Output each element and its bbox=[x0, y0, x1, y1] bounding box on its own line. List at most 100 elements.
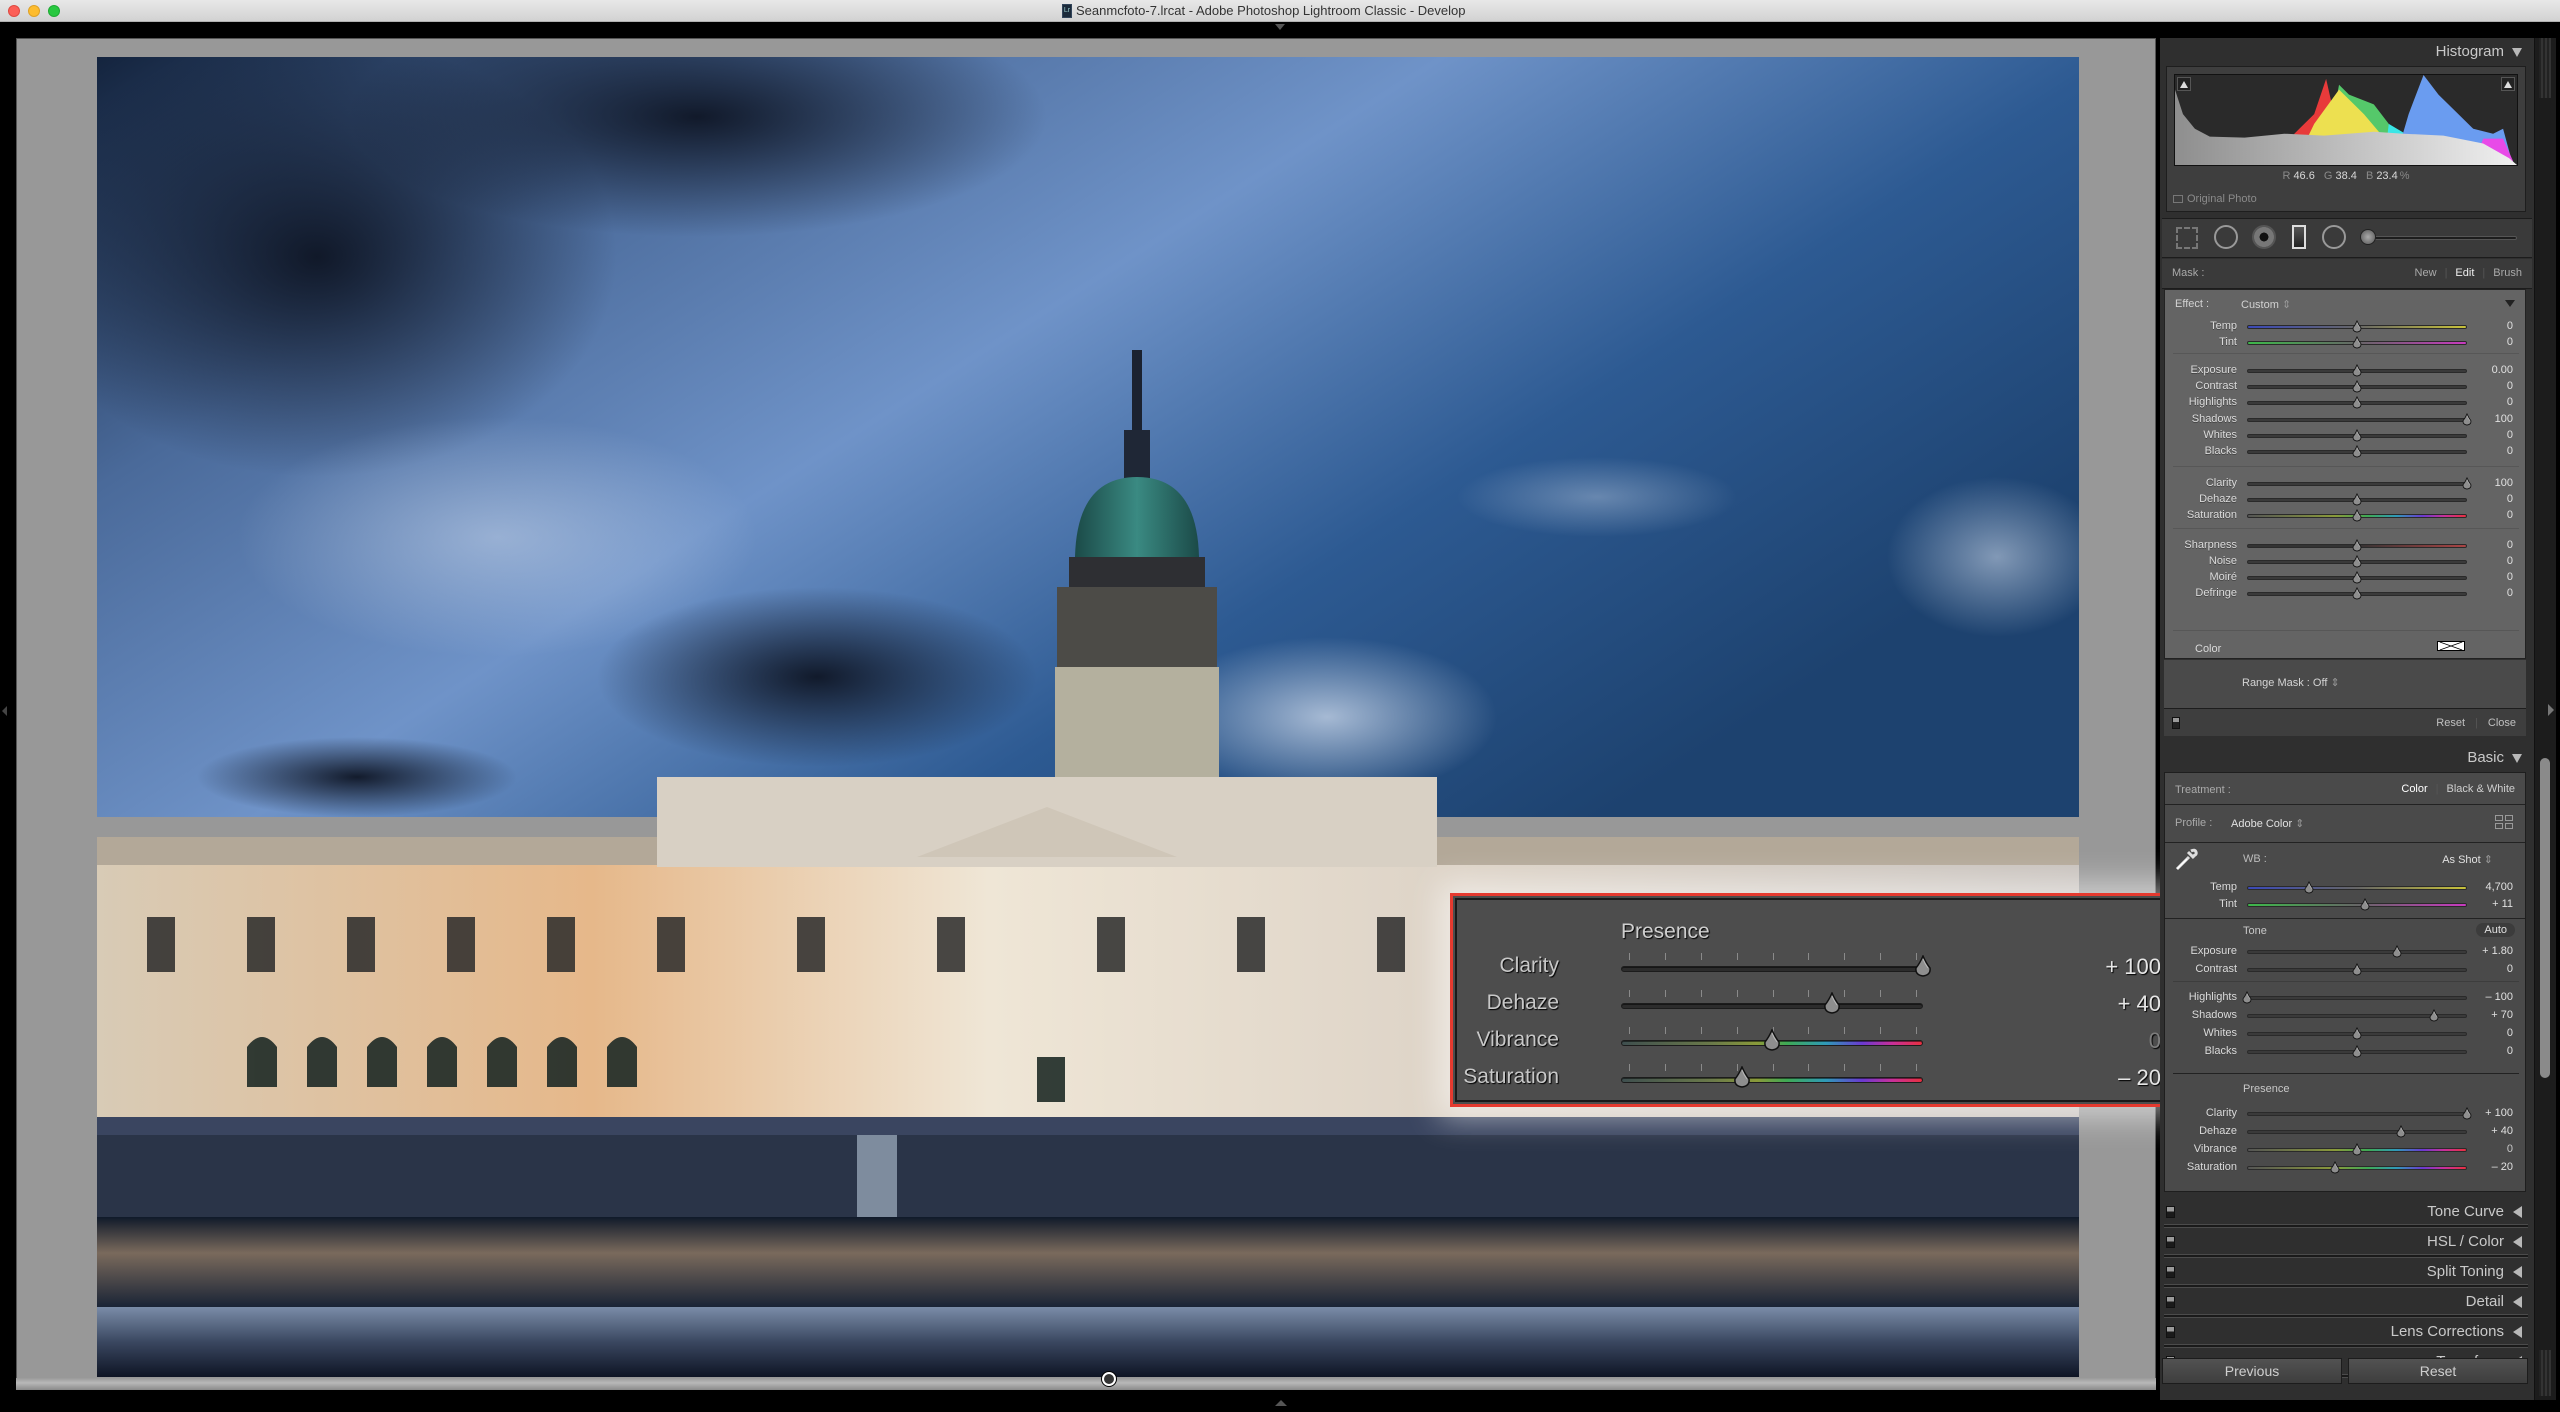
red-eye-icon[interactable] bbox=[2252, 225, 2276, 249]
slider-track[interactable] bbox=[2247, 482, 2467, 486]
color-swatch[interactable] bbox=[2437, 641, 2465, 651]
slider-value[interactable]: 0 bbox=[2507, 1045, 2513, 1057]
spot-removal-icon[interactable] bbox=[2214, 225, 2238, 249]
treatment-color-button[interactable]: Color bbox=[2401, 783, 2427, 795]
mask-edit-button[interactable]: Edit bbox=[2455, 267, 2474, 279]
slider-value[interactable]: 0 bbox=[2507, 320, 2513, 332]
adjustment-brush-icon[interactable] bbox=[2360, 229, 2376, 245]
slider-value[interactable]: 0 bbox=[2507, 509, 2513, 521]
expand-triangle-icon[interactable] bbox=[2513, 1236, 2522, 1248]
scroll-thumb[interactable] bbox=[2540, 758, 2550, 1078]
histogram-graph[interactable] bbox=[2174, 74, 2518, 166]
shadow-clipping-toggle[interactable] bbox=[2177, 77, 2191, 91]
slider-thumb[interactable] bbox=[2462, 413, 2472, 426]
section-header-tone-curve[interactable]: Tone Curve bbox=[2160, 1198, 2534, 1226]
slider-value[interactable]: + 40 bbox=[2118, 991, 2161, 1017]
filmstrip-scrollbar[interactable] bbox=[16, 1378, 2156, 1390]
section-header-detail[interactable]: Detail bbox=[2160, 1288, 2534, 1316]
slider-thumb[interactable] bbox=[1733, 1066, 1751, 1088]
slider-track[interactable] bbox=[2247, 886, 2467, 890]
section-enable-toggle[interactable] bbox=[2166, 1206, 2175, 1218]
section-header-lens-corrections[interactable]: Lens Corrections bbox=[2160, 1318, 2534, 1346]
slider-thumb[interactable] bbox=[2352, 539, 2362, 552]
slider-thumb[interactable] bbox=[2352, 571, 2362, 584]
slider-value[interactable]: + 11 bbox=[2492, 898, 2513, 910]
expand-triangle-icon[interactable] bbox=[2513, 1326, 2522, 1338]
slider-thumb[interactable] bbox=[2352, 1027, 2362, 1040]
slider-thumb[interactable] bbox=[2352, 320, 2362, 333]
slider-thumb[interactable] bbox=[2352, 509, 2362, 522]
range-mask-row[interactable]: Range Mask : Off ⇕ bbox=[2164, 660, 2526, 708]
left-panel-toggle-icon[interactable] bbox=[2, 706, 7, 716]
slider-thumb[interactable] bbox=[2352, 429, 2362, 442]
expand-triangle-icon[interactable] bbox=[2513, 1266, 2522, 1278]
highlight-clipping-toggle[interactable] bbox=[2501, 77, 2515, 91]
slider-thumb[interactable] bbox=[2352, 587, 2362, 600]
collapse-triangle-icon[interactable] bbox=[2512, 754, 2522, 763]
slider-value[interactable]: + 70 bbox=[2491, 1009, 2513, 1021]
slider-value[interactable]: 0 bbox=[2507, 396, 2513, 408]
slider-value[interactable]: + 40 bbox=[2491, 1125, 2513, 1137]
checkbox-icon[interactable] bbox=[2173, 195, 2183, 203]
slider-track[interactable] bbox=[1621, 1077, 1923, 1083]
slider-thumb[interactable] bbox=[2429, 1009, 2439, 1022]
slider-track[interactable] bbox=[2247, 996, 2467, 1000]
mask-enable-toggle[interactable] bbox=[2172, 717, 2180, 729]
slider-value[interactable]: 0 bbox=[2507, 445, 2513, 457]
brush-tool-track[interactable] bbox=[2374, 236, 2517, 240]
slider-thumb[interactable] bbox=[2242, 991, 2252, 1004]
section-header-split-toning[interactable]: Split Toning bbox=[2160, 1258, 2534, 1286]
slider-track[interactable] bbox=[1621, 966, 1923, 972]
zoom-window-button[interactable] bbox=[48, 5, 60, 17]
slider-track[interactable] bbox=[2247, 1166, 2467, 1170]
slider-thumb[interactable] bbox=[2392, 945, 2402, 958]
mask-close-button[interactable]: Close bbox=[2488, 717, 2516, 729]
slider-track[interactable] bbox=[2247, 1130, 2467, 1134]
slider-thumb[interactable] bbox=[2352, 963, 2362, 976]
slider-thumb[interactable] bbox=[1763, 1029, 1781, 1051]
slider-value[interactable]: – 20 bbox=[2118, 1065, 2161, 1091]
slider-thumb[interactable] bbox=[2352, 364, 2362, 377]
slider-value[interactable]: 0 bbox=[2507, 963, 2513, 975]
eyedropper-icon[interactable] bbox=[2173, 847, 2199, 873]
slider-thumb[interactable] bbox=[2462, 477, 2472, 490]
slider-track[interactable] bbox=[1621, 1003, 1923, 1009]
slider-value[interactable]: 0 bbox=[2507, 555, 2513, 567]
slider-value[interactable]: 0 bbox=[2507, 380, 2513, 392]
slider-thumb[interactable] bbox=[2396, 1125, 2406, 1138]
section-enable-toggle[interactable] bbox=[2166, 1296, 2175, 1308]
slider-thumb[interactable] bbox=[2360, 898, 2370, 911]
slider-thumb[interactable] bbox=[2304, 881, 2314, 894]
slider-thumb[interactable] bbox=[2352, 493, 2362, 506]
section-enable-toggle[interactable] bbox=[2166, 1236, 2175, 1248]
auto-tone-button[interactable]: Auto bbox=[2476, 923, 2515, 937]
slider-track[interactable] bbox=[2247, 950, 2467, 954]
slider-value[interactable]: 4,700 bbox=[2485, 881, 2513, 893]
section-enable-toggle[interactable] bbox=[2166, 1326, 2175, 1338]
section-header-hsl-color[interactable]: HSL / Color bbox=[2160, 1228, 2534, 1256]
profile-browser-icon[interactable] bbox=[2495, 815, 2513, 829]
slider-thumb[interactable] bbox=[2352, 445, 2362, 458]
wb-dropdown[interactable]: As Shot ⇕ bbox=[2442, 853, 2493, 866]
slider-value[interactable]: + 100 bbox=[2485, 1107, 2513, 1119]
slider-value[interactable]: 0 bbox=[2507, 587, 2513, 599]
slider-thumb[interactable] bbox=[2352, 1045, 2362, 1058]
slider-track[interactable] bbox=[2247, 418, 2467, 422]
slider-thumb[interactable] bbox=[2352, 555, 2362, 568]
effect-preset-dropdown[interactable]: Custom ⇕ bbox=[2241, 298, 2291, 311]
basic-header[interactable]: Basic bbox=[2160, 744, 2534, 772]
close-window-button[interactable] bbox=[8, 5, 20, 17]
mask-brush-button[interactable]: Brush bbox=[2493, 267, 2522, 279]
previous-button[interactable]: Previous bbox=[2162, 1358, 2342, 1384]
slider-track[interactable] bbox=[2247, 903, 2467, 907]
slider-value[interactable]: – 20 bbox=[2492, 1161, 2513, 1173]
profile-dropdown[interactable]: Adobe Color ⇕ bbox=[2231, 817, 2304, 830]
slider-value[interactable]: + 1.80 bbox=[2482, 945, 2513, 957]
crop-overlay-icon[interactable] bbox=[2176, 227, 2198, 249]
slider-value[interactable]: 100 bbox=[2495, 413, 2513, 425]
treatment-bw-button[interactable]: Black & White bbox=[2447, 783, 2515, 795]
slider-value[interactable]: 0 bbox=[2507, 493, 2513, 505]
slider-value[interactable]: 0 bbox=[2507, 539, 2513, 551]
slider-value[interactable]: 0 bbox=[2507, 571, 2513, 583]
slider-value[interactable]: + 100 bbox=[2105, 954, 2161, 980]
